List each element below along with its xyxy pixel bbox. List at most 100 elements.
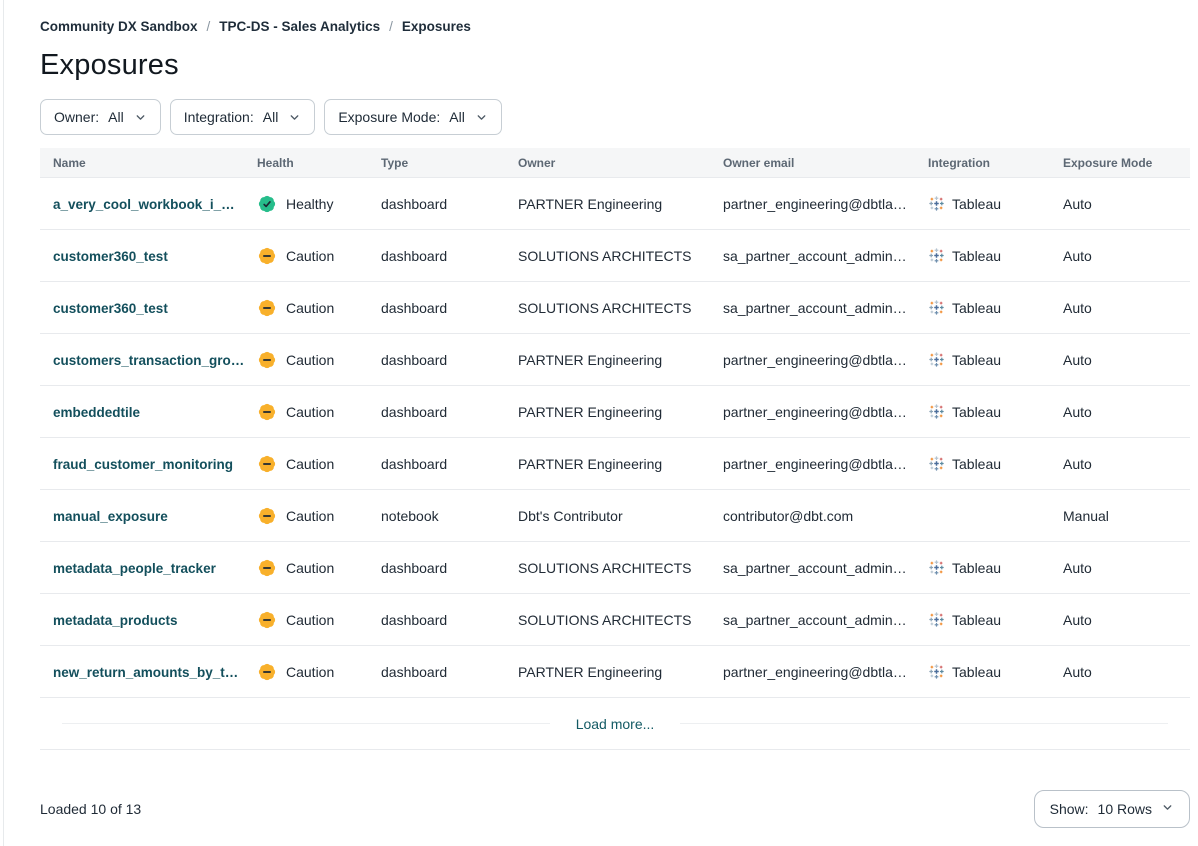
health-status-icon: [257, 558, 277, 578]
integration-label: Tableau: [952, 196, 1001, 212]
owner-cell: SOLUTIONS ARCHITECTS: [505, 612, 710, 628]
health-cell: Caution: [244, 298, 368, 318]
column-header-owner-email: Owner email: [710, 156, 915, 170]
breadcrumb-account-link[interactable]: Community DX Sandbox: [40, 19, 198, 34]
name-cell: new_return_amounts_by_t…: [40, 664, 244, 680]
integration-label: Tableau: [952, 248, 1001, 264]
health-status-icon: [257, 298, 277, 318]
owner-cell: SOLUTIONS ARCHITECTS: [505, 300, 710, 316]
divider-line: [680, 723, 1168, 724]
health-status-icon: [257, 246, 277, 266]
exposure-mode-cell: Auto: [1050, 352, 1190, 368]
owner-cell: PARTNER Engineering: [505, 196, 710, 212]
name-cell: customer360_test: [40, 248, 244, 264]
owner-email-cell: partner_engineering@dbtla…: [710, 196, 915, 212]
exposure-name-link[interactable]: a_very_cool_workbook_i_…: [53, 197, 235, 212]
health-status-icon: [257, 610, 277, 630]
filter-bar: Owner: All Integration: All Exposure Mod…: [40, 99, 1190, 135]
name-cell: manual_exposure: [40, 508, 244, 524]
type-cell: dashboard: [368, 196, 505, 212]
exposure-mode-cell: Auto: [1050, 456, 1190, 472]
exposure-mode-cell: Auto: [1050, 248, 1190, 264]
name-cell: customers_transaction_gro…: [40, 352, 244, 368]
table-row: manual_exposure Caution notebook Dbt's C…: [40, 490, 1190, 542]
exposure-name-link[interactable]: manual_exposure: [53, 509, 168, 524]
integration-label: Tableau: [952, 456, 1001, 472]
type-cell: dashboard: [368, 560, 505, 576]
health-cell: Caution: [244, 246, 368, 266]
integration-cell: Tableau: [915, 351, 1050, 368]
exposures-page: Community DX Sandbox / TPC-DS - Sales An…: [0, 0, 1190, 828]
column-header-type: Type: [368, 156, 505, 170]
table-row: customer360_test Caution dashboard SOLUT…: [40, 230, 1190, 282]
breadcrumb-project-link[interactable]: TPC-DS - Sales Analytics: [219, 19, 380, 34]
table-row: customers_transaction_gro… Caution dashb…: [40, 334, 1190, 386]
integration-filter-value: All: [263, 109, 279, 125]
integration-label: Tableau: [952, 612, 1001, 628]
exposure-mode-cell: Auto: [1050, 560, 1190, 576]
integration-cell: Tableau: [915, 299, 1050, 316]
column-header-owner: Owner: [505, 156, 710, 170]
owner-email-cell: partner_engineering@dbtla…: [710, 664, 915, 680]
health-cell: Caution: [244, 558, 368, 578]
owner-email-cell: contributor@dbt.com: [710, 508, 915, 524]
exposure-mode-filter-label: Exposure Mode:: [338, 109, 440, 125]
health-label: Caution: [286, 456, 334, 472]
tableau-icon: [928, 559, 945, 576]
health-label: Healthy: [286, 196, 333, 212]
tableau-icon: [928, 299, 945, 316]
name-cell: embeddedtile: [40, 404, 244, 420]
chevron-down-icon: [288, 111, 301, 124]
health-status-icon: [257, 350, 277, 370]
integration-cell: Tableau: [915, 195, 1050, 212]
tableau-icon: [928, 247, 945, 264]
chevron-down-icon: [1161, 801, 1174, 817]
integration-cell: Tableau: [915, 663, 1050, 680]
name-cell: customer360_test: [40, 300, 244, 316]
owner-filter-value: All: [108, 109, 124, 125]
exposure-name-link[interactable]: customers_transaction_gro…: [53, 353, 244, 368]
exposure-name-link[interactable]: fraud_customer_monitoring: [53, 457, 233, 472]
exposures-table: Name Health Type Owner Owner email Integ…: [40, 148, 1190, 750]
owner-email-cell: partner_engineering@dbtla…: [710, 352, 915, 368]
exposure-name-link[interactable]: customer360_test: [53, 301, 168, 316]
name-cell: fraud_customer_monitoring: [40, 456, 244, 472]
exposure-name-link[interactable]: customer360_test: [53, 249, 168, 264]
table-row: metadata_people_tracker Caution dashboar…: [40, 542, 1190, 594]
load-more-row: Load more...: [40, 698, 1190, 750]
column-header-health: Health: [244, 156, 368, 170]
owner-cell: PARTNER Engineering: [505, 404, 710, 420]
health-cell: Caution: [244, 454, 368, 474]
tableau-icon: [928, 611, 945, 628]
integration-cell: Tableau: [915, 455, 1050, 472]
integration-label: Tableau: [952, 404, 1001, 420]
exposure-mode-cell: Auto: [1050, 664, 1190, 680]
health-cell: Healthy: [244, 194, 368, 214]
owner-email-cell: sa_partner_account_admin…: [710, 300, 915, 316]
exposure-name-link[interactable]: metadata_people_tracker: [53, 561, 216, 576]
exposure-mode-cell: Auto: [1050, 404, 1190, 420]
owner-email-cell: sa_partner_account_admin…: [710, 612, 915, 628]
owner-filter-dropdown[interactable]: Owner: All: [40, 99, 161, 135]
type-cell: dashboard: [368, 664, 505, 680]
panel-left-divider: [3, 0, 4, 846]
show-label: Show:: [1050, 801, 1089, 817]
exposure-mode-filter-dropdown[interactable]: Exposure Mode: All: [324, 99, 502, 135]
exposure-mode-cell: Manual: [1050, 508, 1190, 524]
health-cell: Caution: [244, 350, 368, 370]
exposure-name-link[interactable]: metadata_products: [53, 613, 178, 628]
load-more-link[interactable]: Load more...: [576, 716, 655, 732]
type-cell: dashboard: [368, 612, 505, 628]
health-cell: Caution: [244, 402, 368, 422]
exposure-name-link[interactable]: embeddedtile: [53, 405, 140, 420]
type-cell: dashboard: [368, 404, 505, 420]
health-label: Caution: [286, 352, 334, 368]
owner-cell: PARTNER Engineering: [505, 664, 710, 680]
integration-filter-dropdown[interactable]: Integration: All: [170, 99, 316, 135]
exposure-name-link[interactable]: new_return_amounts_by_t…: [53, 665, 238, 680]
rows-per-page-dropdown[interactable]: Show: 10 Rows: [1034, 790, 1190, 828]
health-status-icon: [257, 454, 277, 474]
owner-cell: SOLUTIONS ARCHITECTS: [505, 248, 710, 264]
health-status-icon: [257, 506, 277, 526]
owner-email-cell: sa_partner_account_admin…: [710, 248, 915, 264]
